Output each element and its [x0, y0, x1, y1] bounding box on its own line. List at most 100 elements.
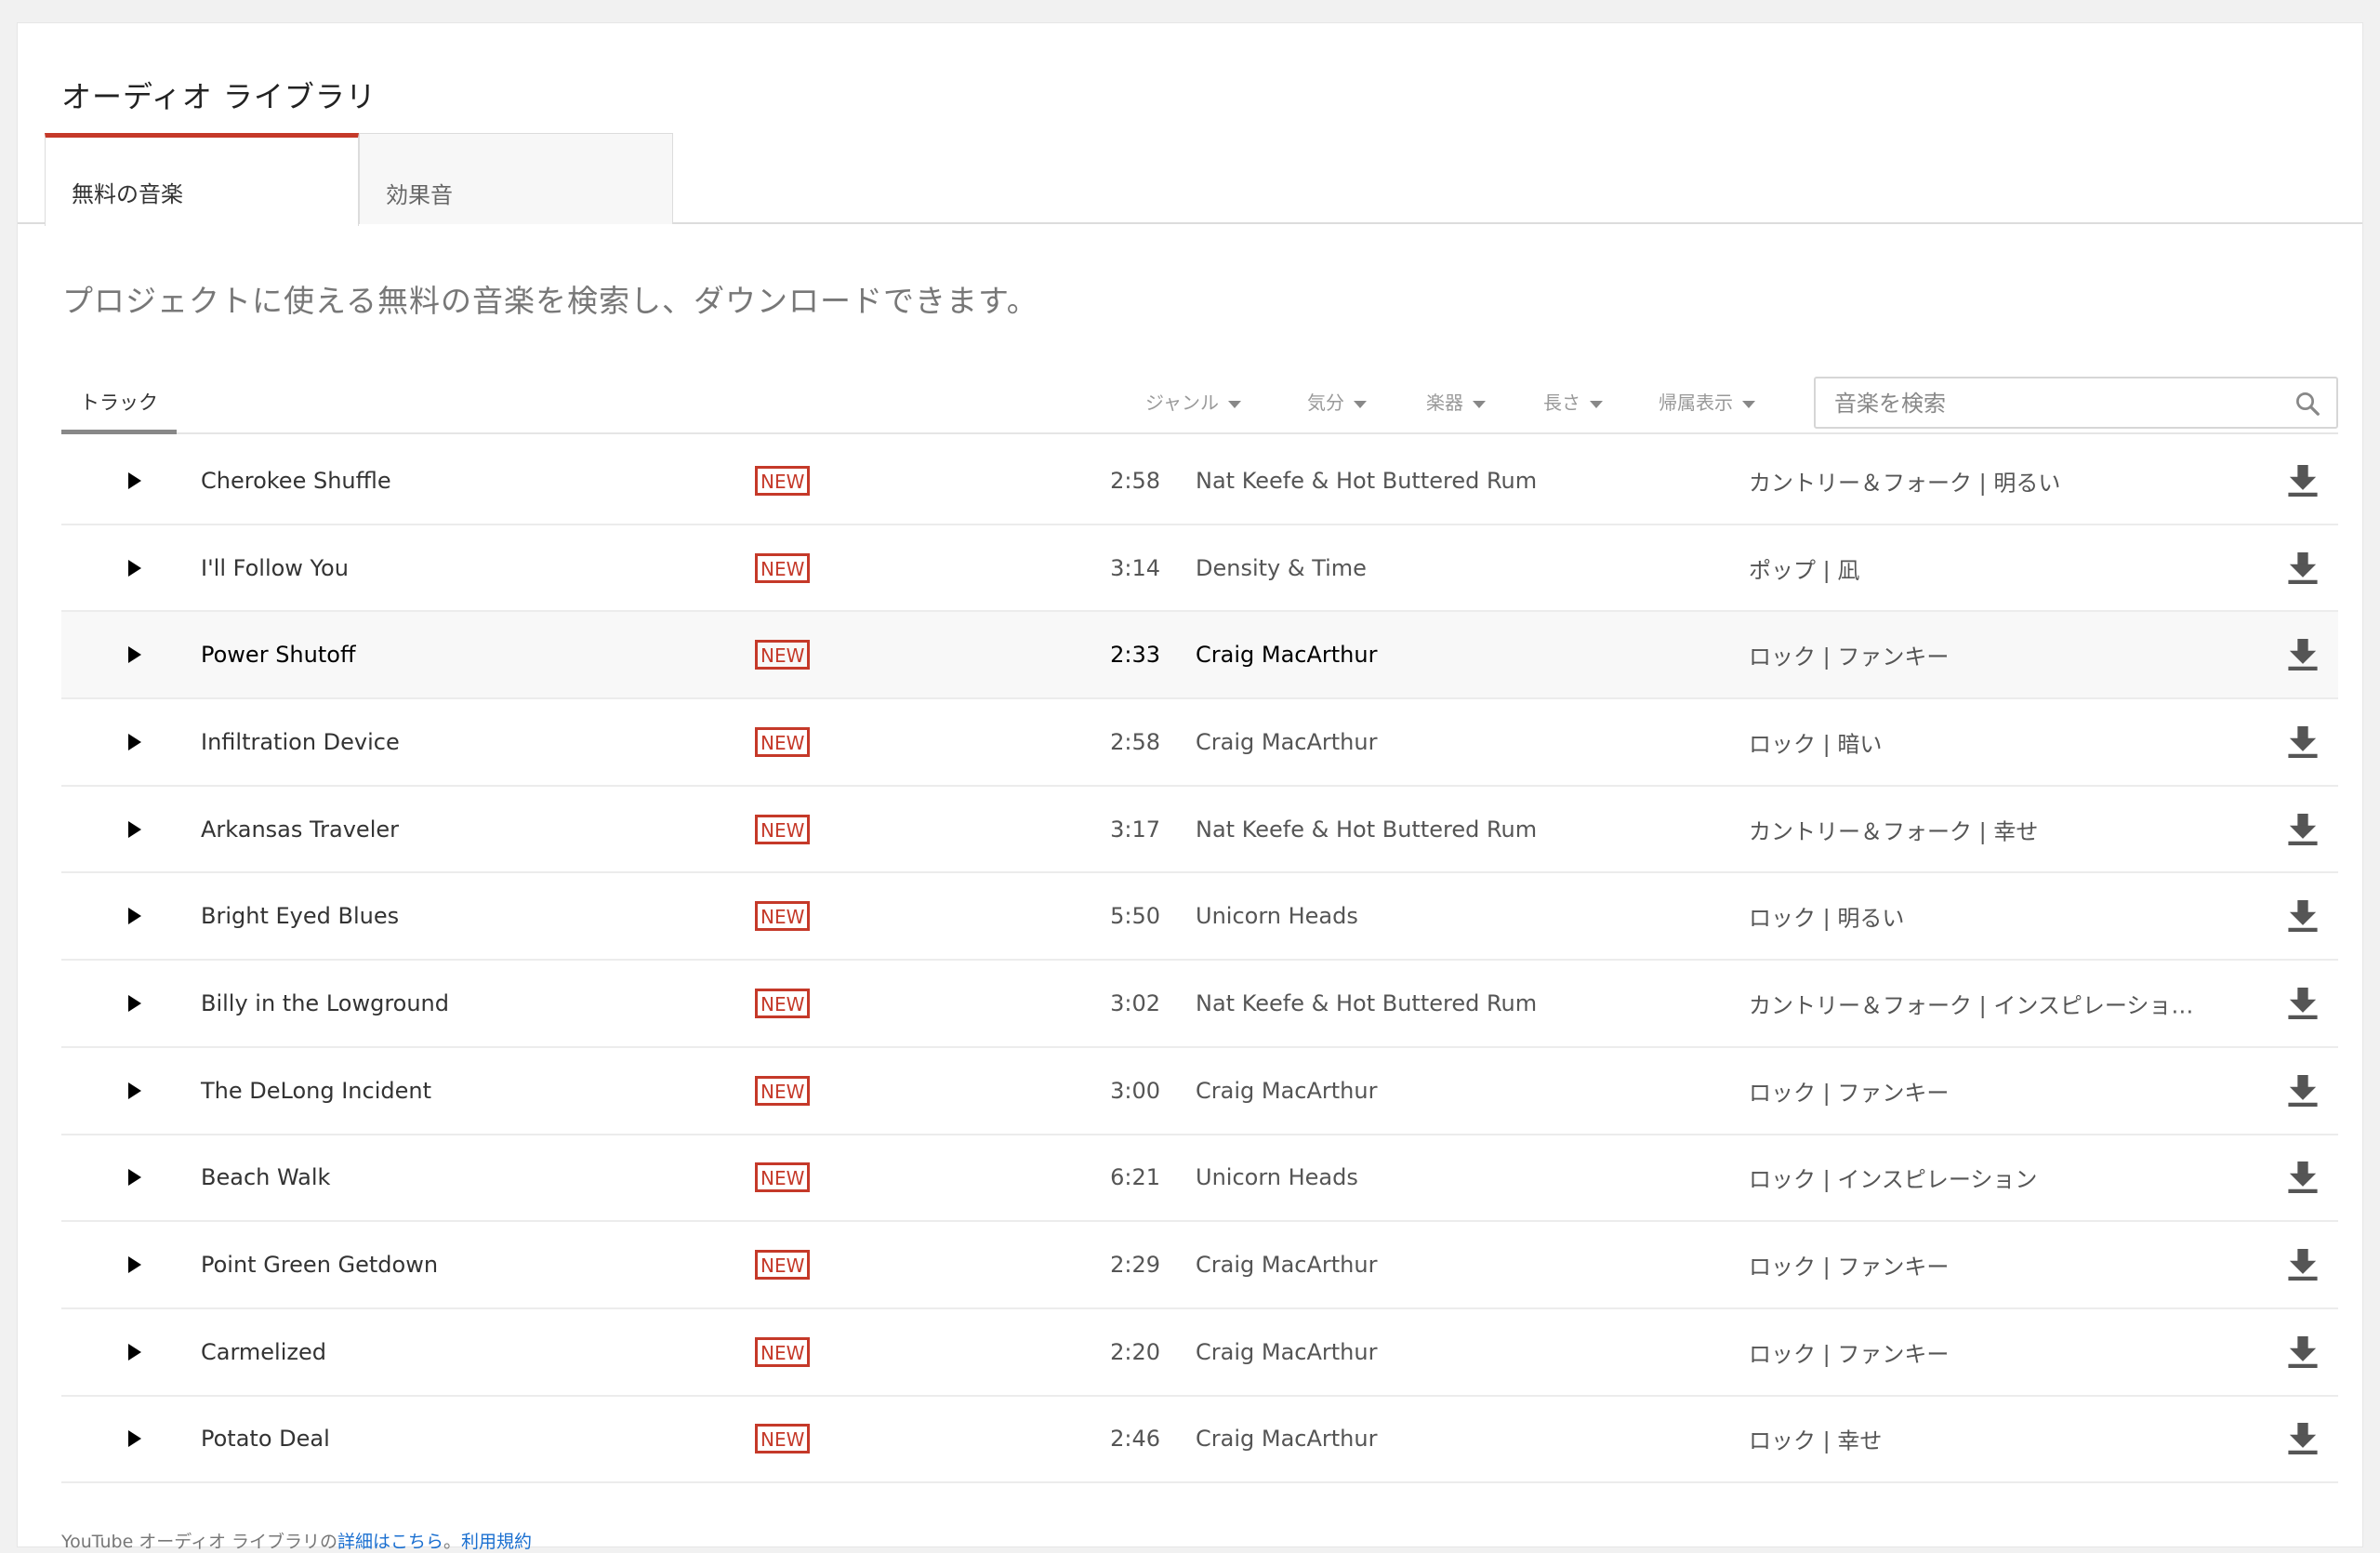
download-icon[interactable]	[2287, 1160, 2319, 1195]
new-badge: NEW	[755, 1162, 811, 1193]
track-genre-mood: ロック | ファンキー	[1749, 1341, 1950, 1368]
track-genre-mood: ロック | ファンキー	[1749, 1080, 1950, 1107]
track-genre-mood: カントリー＆フォーク | 幸せ	[1749, 818, 2039, 845]
track-duration: 2:58	[1110, 467, 1160, 494]
page-description: プロジェクトに使える無料の音楽を検索し、ダウンロードできます。	[62, 283, 1038, 319]
search-input[interactable]	[1834, 388, 2281, 419]
track-artist: Unicorn Heads	[1196, 1164, 1358, 1191]
track-row: The DeLong Incident NEW 3:00 Craig MacAr…	[61, 1048, 2338, 1135]
download-icon[interactable]	[2287, 724, 2319, 760]
track-artist: Craig MacArthur	[1196, 642, 1378, 669]
tab-sound-effects[interactable]: 効果音	[359, 133, 673, 224]
track-artist: Unicorn Heads	[1196, 903, 1358, 930]
track-duration: 3:00	[1110, 1077, 1160, 1104]
track-duration: 5:50	[1110, 903, 1160, 930]
page-title: オーディオ ライブラリ	[61, 79, 377, 114]
new-badge: NEW	[755, 640, 811, 670]
new-badge: NEW	[755, 1336, 811, 1367]
track-artist: Density & Time	[1196, 554, 1367, 581]
download-icon[interactable]	[2287, 1334, 2319, 1370]
filter-mood[interactable]: 気分	[1307, 388, 1367, 415]
track-row: Arkansas Traveler NEW 3:17 Nat Keefe & H…	[61, 787, 2338, 874]
track-genre-mood: ロック | 暗い	[1749, 731, 1883, 758]
track-duration: 2:46	[1110, 1426, 1160, 1453]
new-badge: NEW	[755, 814, 811, 844]
new-badge: NEW	[755, 1250, 811, 1281]
track-title: Billy in the Lowground	[201, 989, 449, 1016]
track-title: Power Shutoff	[201, 642, 356, 669]
track-title: Arkansas Traveler	[201, 816, 399, 843]
track-title: Bright Eyed Blues	[201, 903, 400, 930]
caret-down-icon	[1473, 400, 1486, 408]
caret-down-icon	[1228, 400, 1241, 408]
download-icon[interactable]	[2287, 1421, 2319, 1456]
track-title: Potato Deal	[201, 1426, 330, 1453]
filter-instrument-label: 楽器	[1426, 392, 1463, 414]
track-genre-mood: カントリー＆フォーク | 明るい	[1749, 470, 2061, 497]
play-icon[interactable]	[128, 1082, 141, 1099]
filter-attribution[interactable]: 帰属表示	[1659, 388, 1755, 415]
download-icon[interactable]	[2287, 1247, 2319, 1282]
tab-free-music[interactable]: 無料の音楽	[45, 133, 359, 226]
play-icon[interactable]	[128, 1343, 141, 1361]
footer-learn-more-link[interactable]: 詳細はこちら	[337, 1532, 443, 1552]
play-icon[interactable]	[128, 908, 141, 925]
download-icon[interactable]	[2287, 637, 2319, 672]
filter-instrument[interactable]: 楽器	[1426, 388, 1486, 415]
track-artist: Craig MacArthur	[1196, 1252, 1378, 1279]
play-icon[interactable]	[128, 1256, 141, 1274]
play-icon[interactable]	[128, 1169, 141, 1187]
filter-genre[interactable]: ジャンル	[1145, 388, 1241, 415]
tab-tracks[interactable]: トラック	[61, 377, 177, 434]
track-title: The DeLong Incident	[201, 1077, 431, 1104]
track-title: Infiltration Device	[201, 728, 400, 755]
play-icon[interactable]	[128, 471, 141, 489]
track-genre-mood: ロック | インスピレーション	[1749, 1166, 2038, 1193]
play-icon[interactable]	[128, 646, 141, 664]
track-genre-mood: ロック | 幸せ	[1749, 1427, 1883, 1454]
play-icon[interactable]	[128, 994, 141, 1012]
download-icon[interactable]	[2287, 1073, 2319, 1108]
new-badge: NEW	[755, 988, 811, 1018]
track-duration: 6:21	[1110, 1164, 1160, 1191]
search-icon[interactable]	[2294, 390, 2321, 418]
track-artist: Craig MacArthur	[1196, 1426, 1378, 1453]
download-icon[interactable]	[2287, 898, 2319, 934]
filter-duration-label: 長さ	[1543, 392, 1580, 414]
track-duration: 2:58	[1110, 728, 1160, 755]
footer-text: YouTube オーディオ ライブラリの	[61, 1532, 338, 1552]
track-title: Cherokee Shuffle	[201, 467, 391, 494]
audio-library-card: オーディオ ライブラリ 無料の音楽 効果音 プロジェクトに使える無料の音楽を検索…	[17, 22, 2363, 1552]
filter-attribution-label: 帰属表示	[1659, 392, 1733, 414]
track-row: Carmelized NEW 2:20 Craig MacArthur ロック …	[61, 1309, 2338, 1397]
track-artist: Nat Keefe & Hot Buttered Rum	[1196, 816, 1538, 843]
track-duration: 2:29	[1110, 1252, 1160, 1279]
track-duration: 3:17	[1110, 816, 1160, 843]
filter-mood-label: 気分	[1307, 392, 1344, 414]
track-genre-mood: ロック | 明るい	[1749, 905, 1905, 932]
play-icon[interactable]	[128, 559, 141, 577]
play-icon[interactable]	[128, 733, 141, 750]
play-icon[interactable]	[128, 820, 141, 838]
new-badge: NEW	[755, 1075, 811, 1106]
caret-down-icon	[1354, 400, 1367, 408]
filter-duration[interactable]: 長さ	[1543, 388, 1603, 415]
download-icon[interactable]	[2287, 986, 2319, 1021]
track-artist: Nat Keefe & Hot Buttered Rum	[1196, 467, 1538, 494]
track-row: I'll Follow You NEW 3:14 Density & Time …	[61, 525, 2338, 613]
download-icon[interactable]	[2287, 463, 2319, 498]
footer-separator: 。	[443, 1532, 462, 1552]
track-artist: Craig MacArthur	[1196, 1338, 1378, 1365]
track-duration: 3:14	[1110, 554, 1160, 581]
play-icon[interactable]	[128, 1430, 141, 1448]
footer-terms-link[interactable]: 利用規約	[461, 1532, 532, 1552]
track-genre-mood: ポップ | 凪	[1749, 557, 1860, 584]
download-icon[interactable]	[2287, 812, 2319, 847]
track-genre-mood: ロック | ファンキー	[1749, 1254, 1950, 1281]
track-row: Power Shutoff NEW 2:33 Craig MacArthur ロ…	[61, 612, 2338, 700]
track-title: I'll Follow You	[201, 554, 349, 581]
track-row: Beach Walk NEW 6:21 Unicorn Heads ロック | …	[61, 1135, 2338, 1223]
new-badge: NEW	[755, 1424, 811, 1454]
track-duration: 2:33	[1110, 642, 1160, 669]
download-icon[interactable]	[2287, 551, 2319, 586]
